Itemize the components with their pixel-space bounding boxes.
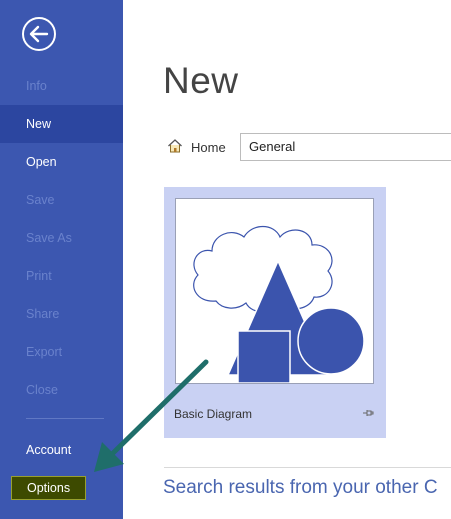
sidebar-item-new[interactable]: New bbox=[0, 105, 123, 143]
search-results-heading: Search results from your other C bbox=[163, 477, 438, 498]
basic-shapes-thumbnail-icon bbox=[193, 225, 365, 384]
template-card-basic-diagram[interactable]: Basic Diagram bbox=[164, 187, 386, 438]
sidebar-item-info: Info bbox=[26, 79, 47, 93]
backstage-sidebar: Info New Open Save Save As Print Share E… bbox=[0, 0, 123, 519]
sidebar-item-share: Share bbox=[26, 307, 60, 321]
sidebar-item-account[interactable]: Account bbox=[0, 431, 123, 469]
home-icon bbox=[168, 139, 182, 153]
page-title: New bbox=[163, 60, 239, 101]
back-arrow-icon[interactable] bbox=[21, 16, 57, 52]
breadcrumb-home-label: Home bbox=[191, 140, 226, 155]
sidebar-item-save-as: Save As bbox=[26, 231, 72, 245]
sidebar-item-options[interactable]: Options bbox=[11, 476, 86, 500]
template-name: Basic Diagram bbox=[174, 407, 253, 421]
template-thumbnail bbox=[175, 198, 374, 384]
sidebar-item-export: Export bbox=[26, 345, 63, 359]
sidebar-item-save: Save bbox=[26, 193, 55, 207]
sidebar-item-close: Close bbox=[26, 383, 58, 397]
pin-icon[interactable] bbox=[362, 407, 374, 419]
sidebar-item-print: Print bbox=[26, 269, 52, 283]
category-field[interactable]: General bbox=[240, 133, 451, 161]
sidebar-divider bbox=[26, 418, 104, 419]
section-divider bbox=[164, 467, 451, 468]
sidebar-item-open[interactable]: Open bbox=[0, 143, 123, 181]
